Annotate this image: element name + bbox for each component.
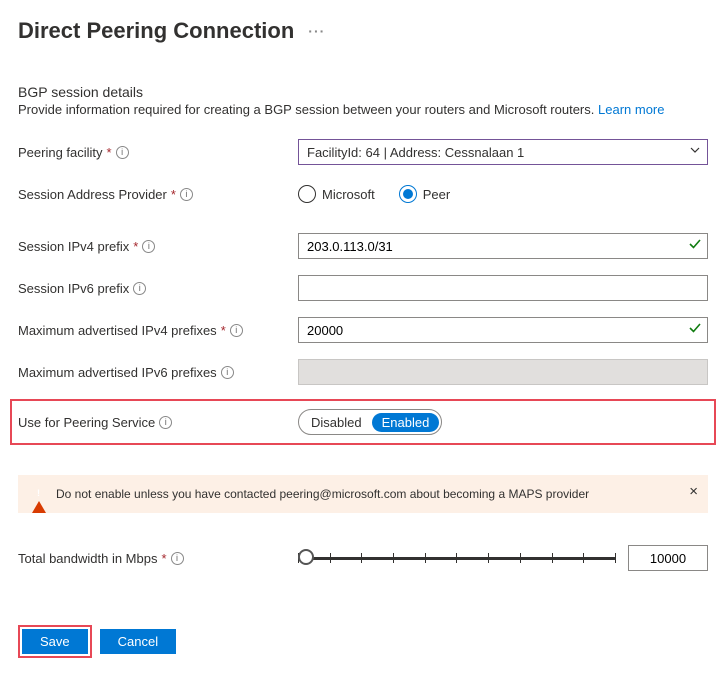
info-icon[interactable]: i bbox=[116, 146, 129, 159]
ipv4-prefix-input[interactable] bbox=[298, 233, 708, 259]
bandwidth-label: Total bandwidth in Mbps* i bbox=[18, 551, 298, 566]
radio-peer[interactable]: Peer bbox=[399, 185, 450, 203]
cancel-button[interactable]: Cancel bbox=[100, 629, 176, 654]
chevron-down-icon bbox=[689, 144, 701, 159]
warning-alert: Do not enable unless you have contacted … bbox=[18, 475, 708, 513]
learn-more-link[interactable]: Learn more bbox=[598, 102, 664, 117]
check-icon bbox=[688, 321, 702, 338]
page-title: Direct Peering Connection ··· bbox=[18, 18, 708, 44]
ipv4-prefix-label: Session IPv4 prefix* i bbox=[18, 239, 298, 254]
info-icon[interactable]: i bbox=[142, 240, 155, 253]
info-icon[interactable]: i bbox=[230, 324, 243, 337]
max-ipv6-label: Maximum advertised IPv6 prefixes i bbox=[18, 365, 298, 380]
toggle-enabled[interactable]: Enabled bbox=[372, 413, 440, 432]
save-button[interactable]: Save bbox=[22, 629, 88, 654]
info-icon[interactable]: i bbox=[133, 282, 146, 295]
info-icon[interactable]: i bbox=[159, 416, 172, 429]
session-provider-label: Session Address Provider* i bbox=[18, 187, 298, 202]
more-icon[interactable]: ··· bbox=[308, 23, 325, 39]
radio-microsoft[interactable]: Microsoft bbox=[298, 185, 375, 203]
peering-service-toggle[interactable]: Disabled Enabled bbox=[298, 409, 442, 435]
bandwidth-input[interactable] bbox=[628, 545, 708, 571]
close-icon[interactable]: × bbox=[689, 483, 698, 500]
toggle-disabled[interactable]: Disabled bbox=[301, 413, 372, 432]
check-icon bbox=[688, 237, 702, 254]
bandwidth-slider[interactable] bbox=[298, 548, 616, 568]
info-icon[interactable]: i bbox=[221, 366, 234, 379]
section-heading: BGP session details bbox=[18, 84, 708, 100]
peering-facility-select[interactable]: FacilityId: 64 | Address: Cessnalaan 1 bbox=[298, 139, 708, 165]
max-ipv4-input[interactable] bbox=[298, 317, 708, 343]
ipv6-prefix-label: Session IPv6 prefix i bbox=[18, 281, 298, 296]
ipv6-prefix-input[interactable] bbox=[298, 275, 708, 301]
max-ipv6-input bbox=[298, 359, 708, 385]
max-ipv4-label: Maximum advertised IPv4 prefixes* i bbox=[18, 323, 298, 338]
section-subtitle: Provide information required for creatin… bbox=[18, 102, 708, 117]
slider-thumb[interactable] bbox=[298, 549, 314, 565]
info-icon[interactable]: i bbox=[171, 552, 184, 565]
info-icon[interactable]: i bbox=[180, 188, 193, 201]
peering-facility-label: Peering facility* i bbox=[18, 145, 298, 160]
warning-icon bbox=[32, 487, 46, 501]
peering-service-label: Use for Peering Service i bbox=[18, 415, 298, 430]
